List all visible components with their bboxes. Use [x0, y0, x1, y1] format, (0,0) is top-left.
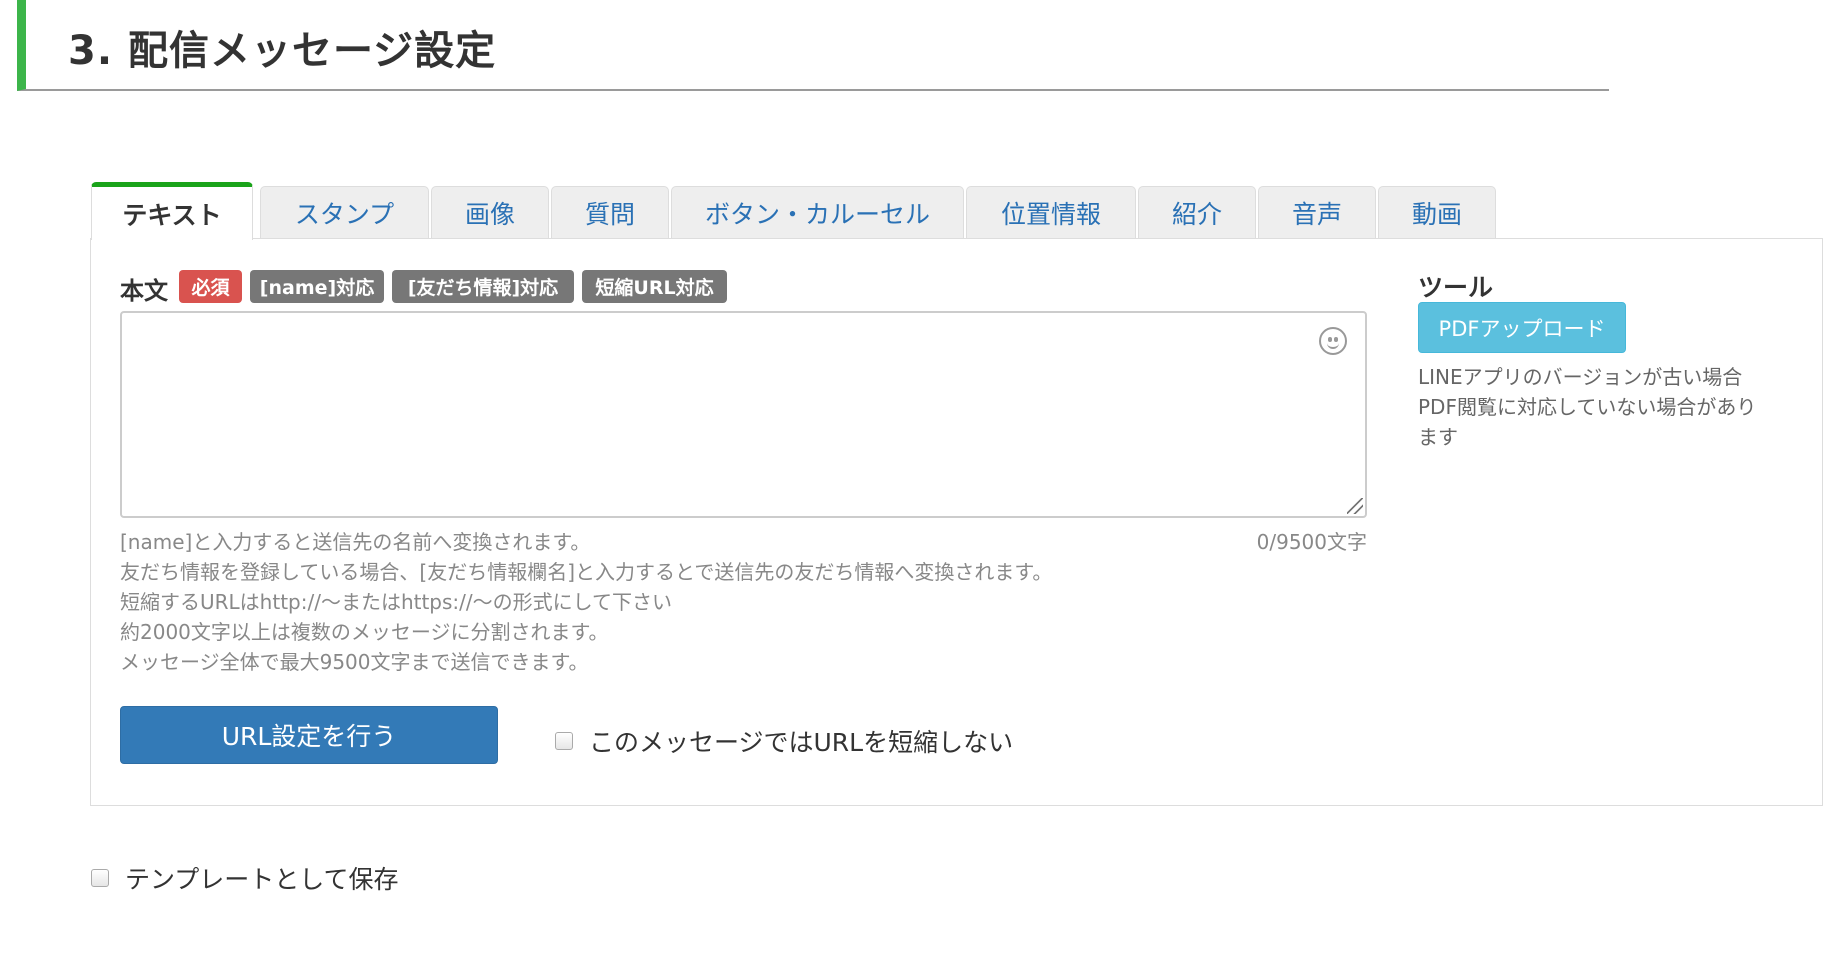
pdf-compat-note: LINEアプリのバージョンが古い場合 PDF閲覧に対応していない場合があり ます — [1418, 362, 1798, 452]
character-counter: 0/9500文字 — [1256, 530, 1367, 554]
no-shorten-url-checkbox[interactable] — [555, 732, 573, 750]
tab-stamp[interactable]: スタンプ — [260, 186, 429, 239]
body-field-label: 本文 — [120, 277, 168, 305]
tab-button-carousel[interactable]: ボタン・カルーセル — [671, 186, 964, 239]
message-body-textarea[interactable] — [122, 313, 1365, 516]
resize-handle-icon[interactable] — [1347, 498, 1363, 514]
tab-question[interactable]: 質問 — [551, 186, 669, 239]
save-as-template-checkbox[interactable] — [91, 869, 109, 887]
help-line: 短縮するURLはhttp://〜またはhttps://〜の形式にして下さい — [120, 590, 673, 614]
note-line: LINEアプリのバージョンが古い場合 — [1418, 365, 1743, 389]
tab-video[interactable]: 動画 — [1378, 186, 1496, 239]
pdf-upload-button[interactable]: PDFアップロード — [1418, 302, 1626, 353]
tab-audio[interactable]: 音声 — [1258, 186, 1376, 239]
help-line: [name]と入力すると送信先の名前へ変換されます。 — [120, 530, 591, 554]
tab-location[interactable]: 位置情報 — [966, 186, 1136, 239]
help-line: 友だち情報を登録している場合、[友だち情報欄名]と入力するとで送信先の友だち情報… — [120, 560, 1053, 584]
help-line: 約2000文字以上は複数のメッセージに分割されます。 — [120, 620, 609, 644]
note-line: PDF閲覧に対応していない場合があり — [1418, 395, 1757, 419]
name-support-badge: [name]対応 — [250, 270, 384, 303]
help-line: メッセージ全体で最大9500文字まで送信できます。 — [120, 650, 589, 674]
tab-image[interactable]: 画像 — [431, 186, 549, 239]
note-line: ます — [1418, 425, 1458, 449]
short-url-support-badge: 短縮URL対応 — [582, 270, 727, 303]
required-badge: 必須 — [179, 270, 242, 303]
tools-title: ツール — [1418, 273, 1494, 302]
tab-introduction[interactable]: 紹介 — [1138, 186, 1256, 239]
friend-info-support-badge: [友だち情報]対応 — [392, 270, 574, 303]
section-header: 3. 配信メッセージ設定 — [17, 0, 1609, 91]
no-shorten-url-label[interactable]: このメッセージではURLを短縮しない — [589, 723, 1013, 759]
save-as-template-label[interactable]: テンプレートとして保存 — [125, 860, 399, 896]
smiley-face-icon[interactable] — [1319, 327, 1347, 355]
message-body-textarea-wrapper — [120, 311, 1367, 518]
body-help-text: [name]と入力すると送信先の名前へ変換されます。 友だち情報を登録している場… — [120, 527, 1052, 677]
url-settings-button[interactable]: URL設定を行う — [120, 706, 498, 764]
section-title: 3. 配信メッセージ設定 — [68, 28, 497, 74]
tab-text[interactable]: テキスト — [91, 182, 253, 240]
